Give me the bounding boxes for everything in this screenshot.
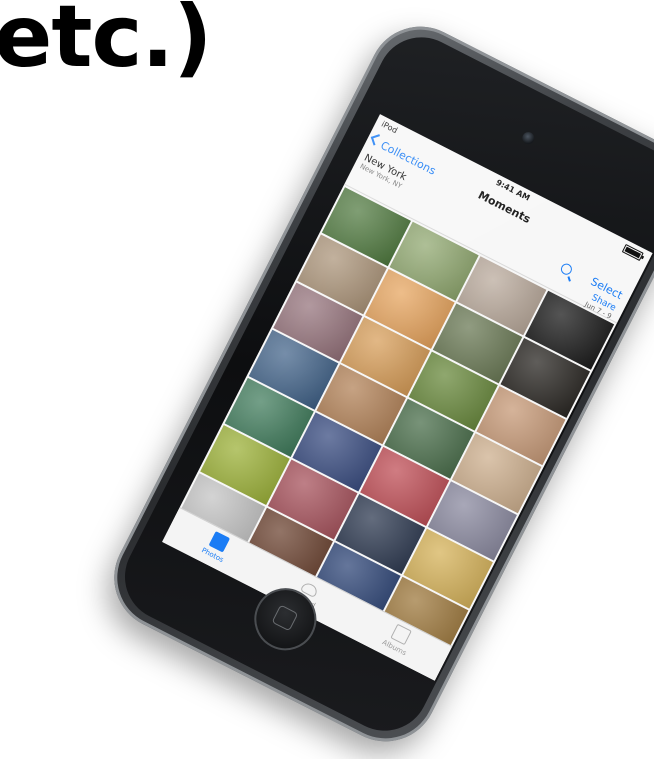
front-camera-icon xyxy=(520,130,537,147)
device-face: iPod 9:41 AM Collections Moments New Yor… xyxy=(109,22,654,746)
search-icon[interactable] xyxy=(559,261,574,277)
page-heading: etc.) xyxy=(0,0,212,87)
ipod-device: iPod 9:41 AM Collections Moments New Yor… xyxy=(96,8,654,759)
device-screen: iPod 9:41 AM Collections Moments New Yor… xyxy=(162,114,653,681)
